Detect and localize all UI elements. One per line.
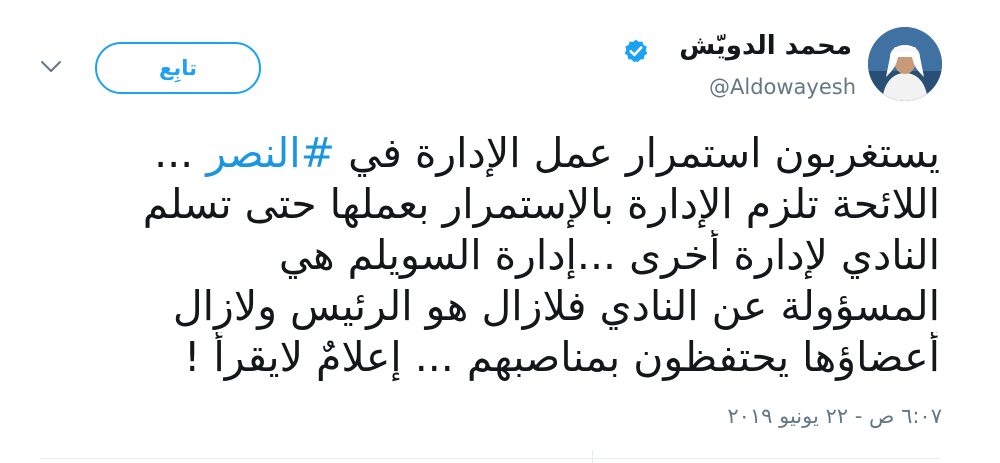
author-name[interactable]: محمد الدويّش	[679, 31, 852, 61]
tweet-card: محمد الدويّش @Aldowayesh تابِع يستغربون …	[0, 0, 1000, 463]
tweet-line: المسؤولة عن النادي فلازال هو الرئيس ولاز…	[172, 282, 940, 330]
chevron-down-icon[interactable]	[40, 60, 62, 74]
divider	[592, 450, 593, 463]
tweet-timestamp[interactable]: ٦:٠٧ ص - ٢٢ يونيو ٢٠١٩	[727, 404, 942, 428]
verified-badge-icon	[624, 39, 648, 63]
follow-button[interactable]: تابِع	[95, 42, 261, 94]
tweet-line: اللائحة تلزم الإدارة بالإستمرار بعملها ح…	[142, 180, 940, 228]
tweet-line: النادي لإدارة أخرى ...إدارة السويلم هي	[278, 231, 940, 279]
tweet-text-segment: ...	[154, 129, 207, 177]
tweet-line: يستغربون استمرار عمل الإدارة في #النصر .…	[40, 128, 940, 179]
avatar[interactable]	[868, 27, 942, 101]
author-handle[interactable]: @Aldowayesh	[709, 75, 856, 99]
divider	[40, 458, 940, 459]
avatar-portrait-icon	[868, 27, 942, 101]
hashtag-link[interactable]: #النصر	[206, 129, 335, 177]
tweet-text: يستغربون استمرار عمل الإدارة في #النصر .…	[40, 128, 940, 383]
tweet-line: أعضاؤها يحتفظون بمناصبهم ... إعلامٌ لايق…	[183, 333, 940, 381]
tweet-text-segment: يستغربون استمرار عمل الإدارة في	[335, 129, 940, 177]
